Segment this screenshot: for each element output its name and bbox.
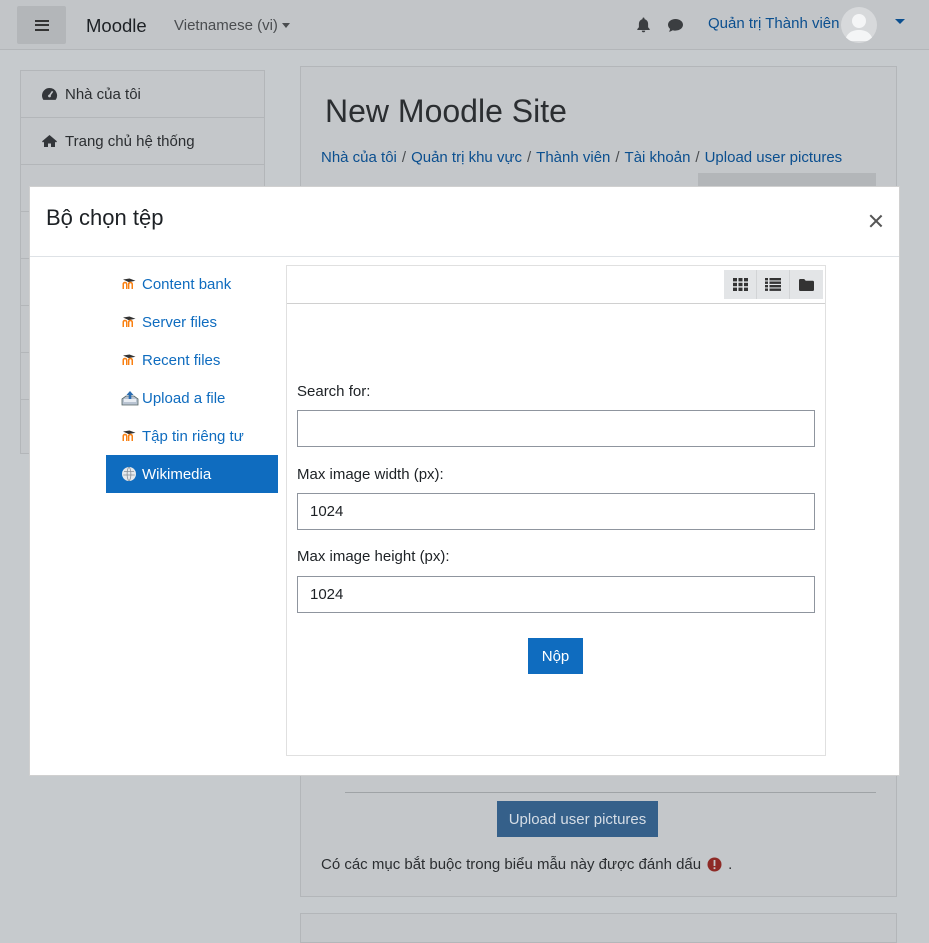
wikimedia-icon xyxy=(121,466,141,482)
repo-item-label: Upload a file xyxy=(142,389,226,407)
breadcrumb-item[interactable]: Tài khoản xyxy=(625,149,691,166)
file-picker-toolbar xyxy=(287,266,825,304)
dashboard-icon xyxy=(42,87,58,100)
breadcrumb-item[interactable]: Thành viên xyxy=(536,149,610,166)
site-brand[interactable]: Moodle xyxy=(86,15,147,37)
drawer-item-label: Nhà của tôi xyxy=(65,85,141,103)
moodle-icon xyxy=(121,276,141,292)
repo-item-upload-file[interactable]: Upload a file xyxy=(106,379,278,417)
chat-icon[interactable] xyxy=(667,18,684,33)
menu-icon xyxy=(34,19,49,31)
file-picker-dialog: Bộ chọn tệp Content bank Server files Re… xyxy=(29,186,900,776)
breadcrumb-separator: / xyxy=(615,149,620,166)
breadcrumb-item[interactable]: Upload user pictures xyxy=(705,149,843,166)
max-height-label: Max image height (px): xyxy=(297,548,450,565)
repo-item-label: Wikimedia xyxy=(142,465,212,483)
breadcrumb-separator: / xyxy=(695,149,700,166)
breadcrumb-separator: / xyxy=(401,149,407,166)
drawer-item-dashboard[interactable]: Nhà của tôi xyxy=(21,71,264,118)
repo-item-label: Recent files xyxy=(142,351,221,369)
grid-view-icon xyxy=(732,278,748,291)
moodle-icon xyxy=(121,428,141,444)
folder-view-button[interactable] xyxy=(790,270,823,299)
repo-item-wikimedia[interactable]: Wikimedia xyxy=(106,455,278,493)
language-selector[interactable]: Vietnamese (vi) xyxy=(174,17,278,34)
breadcrumb-item[interactable]: Quản trị khu vực xyxy=(411,149,522,166)
upload-icon xyxy=(121,390,141,406)
view-mode-group xyxy=(724,270,823,299)
top-navbar: Moodle Vietnamese (vi) Quản trị Thành vi… xyxy=(0,0,929,50)
avatar[interactable] xyxy=(841,7,877,43)
required-exclamation-icon xyxy=(707,857,722,872)
repo-item-label: Server files xyxy=(142,313,218,331)
list-view-icon xyxy=(765,278,781,291)
folder-view-icon xyxy=(799,278,814,291)
required-fields-note: Có các mục bắt buộc trong biểu mẫu này đ… xyxy=(321,856,732,873)
repository-list: Content bank Server files Recent files U… xyxy=(106,265,278,493)
breadcrumb-separator: / xyxy=(526,149,532,166)
moodle-icon xyxy=(121,352,141,368)
list-view-button[interactable] xyxy=(757,270,790,299)
max-height-input[interactable] xyxy=(297,576,815,613)
background-button-partial xyxy=(698,173,876,187)
home-icon xyxy=(42,135,57,147)
repo-item-label: Tập tin riêng tư xyxy=(142,427,244,445)
close-icon[interactable] xyxy=(869,214,883,228)
breadcrumb-item[interactable]: Nhà của tôi xyxy=(321,149,397,166)
breadcrumb: Nhà của tôi / Quản trị khu vực / Thành viên /… xyxy=(321,149,842,166)
max-width-input[interactable] xyxy=(297,493,815,530)
bell-icon[interactable] xyxy=(636,17,651,33)
moodle-icon xyxy=(121,314,141,330)
submit-button[interactable]: Nộp xyxy=(528,638,583,674)
drawer-item-label: Trang chủ hệ thống xyxy=(65,132,195,150)
repo-item-recent-files[interactable]: Recent files xyxy=(106,341,278,379)
caret-down-icon[interactable] xyxy=(282,23,290,28)
required-note-period: . xyxy=(728,856,733,873)
search-label: Search for: xyxy=(297,383,371,400)
repo-item-label: Content bank xyxy=(142,275,232,293)
secondary-card xyxy=(300,913,897,943)
modal-title: Bộ chọn tệp xyxy=(46,205,164,230)
upload-user-pictures-button[interactable]: Upload user pictures xyxy=(497,801,658,837)
repo-item-content-bank[interactable]: Content bank xyxy=(106,265,278,303)
user-menu-caret-icon[interactable] xyxy=(895,19,905,24)
required-note-text: Có các mục bắt buộc trong biểu mẫu này đ… xyxy=(321,856,702,873)
search-input[interactable] xyxy=(297,410,815,447)
drawer-item-site-home[interactable]: Trang chủ hệ thống xyxy=(21,118,264,165)
max-width-label: Max image width (px): xyxy=(297,466,444,483)
form-divider xyxy=(345,792,876,793)
page-title: New Moodle Site xyxy=(325,93,567,129)
modal-header: Bộ chọn tệp xyxy=(30,187,899,257)
grid-view-button[interactable] xyxy=(724,270,757,299)
file-picker-content: Search for: Max image width (px): Max im… xyxy=(286,265,826,756)
user-menu-name[interactable]: Quản trị Thành viên xyxy=(708,15,839,32)
repo-item-private-files[interactable]: Tập tin riêng tư xyxy=(106,417,278,455)
drawer-toggle-button[interactable] xyxy=(17,6,66,44)
user-silhouette-icon xyxy=(845,14,873,41)
repo-item-server-files[interactable]: Server files xyxy=(106,303,278,341)
